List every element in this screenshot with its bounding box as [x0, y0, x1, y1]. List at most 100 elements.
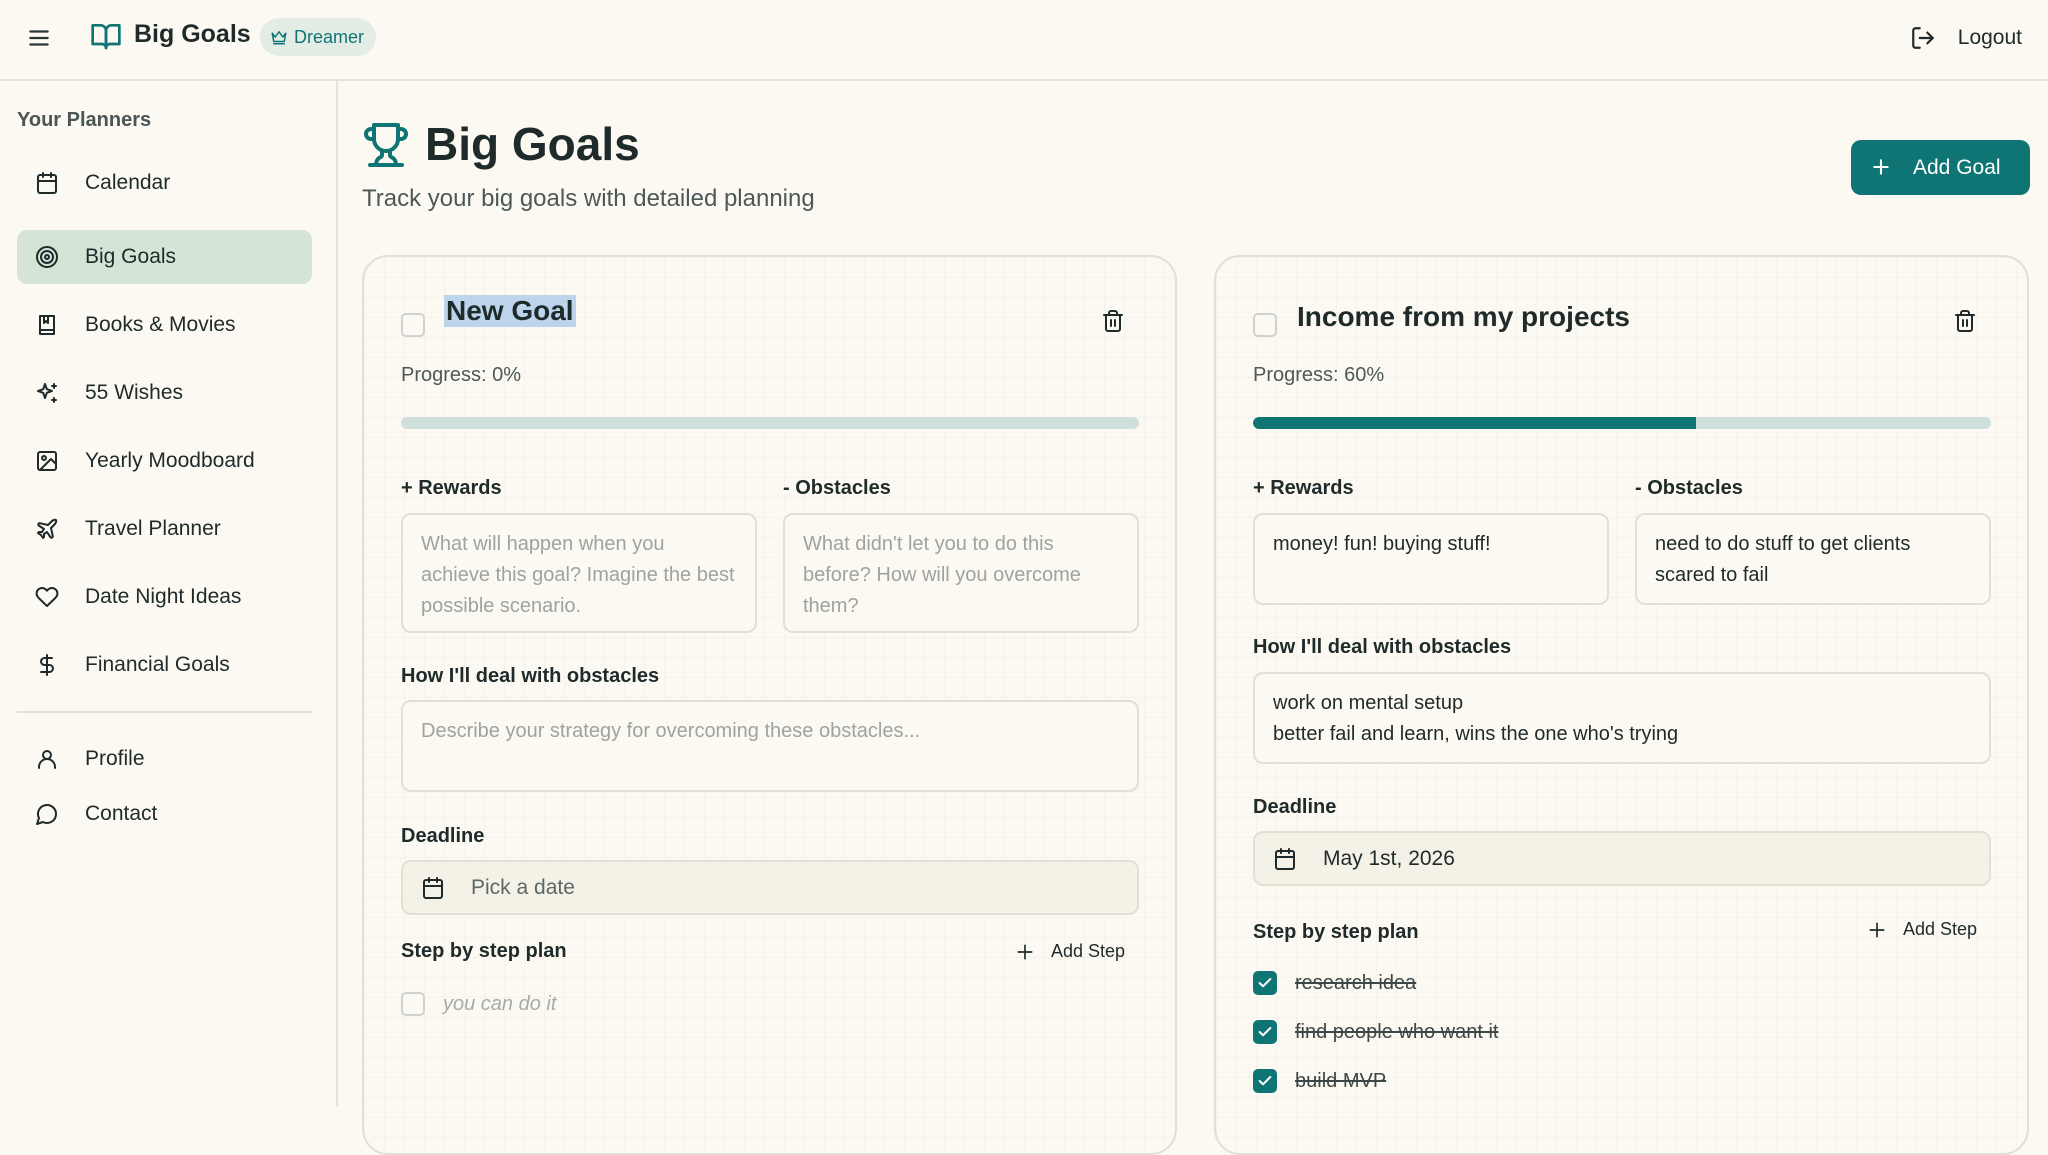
- logout-icon: [1910, 25, 1936, 51]
- sidebar-item-55-wishes[interactable]: 55 Wishes: [17, 366, 312, 420]
- obstacles-input[interactable]: need to do stuff to get clients scared t…: [1635, 513, 1991, 605]
- progress-bar: [401, 417, 1139, 429]
- step-row: research idea: [1253, 971, 1416, 995]
- obstacles-label: - Obstacles: [783, 477, 891, 499]
- sidebar-heading: Your Planners: [17, 109, 152, 131]
- deadline-value: May 1st, 2026: [1323, 846, 1455, 870]
- strategy-label: How I'll deal with obstacles: [1253, 636, 1512, 658]
- sidebar-item-label: Books & Movies: [85, 313, 236, 336]
- goal-complete-checkbox[interactable]: [1253, 313, 1277, 337]
- plane-icon: [35, 517, 59, 541]
- strategy-input[interactable]: Describe your strategy for overcoming th…: [401, 700, 1139, 792]
- step-checkbox[interactable]: [1253, 1069, 1277, 1093]
- trophy-icon: [362, 121, 410, 169]
- target-icon: [35, 245, 59, 269]
- plus-icon: [1871, 157, 1891, 177]
- progress-label: Progress: 60%: [1253, 364, 1385, 386]
- deadline-label: Deadline: [401, 825, 485, 847]
- user-icon: [35, 747, 59, 771]
- rewards-label: + Rewards: [401, 477, 502, 499]
- book-icon: [35, 313, 59, 337]
- step-input[interactable]: you can do it: [443, 993, 556, 1016]
- add-step-button[interactable]: Add Step: [1867, 919, 1977, 940]
- step-row: find people who want it: [1253, 1020, 1498, 1044]
- sidebar-item-financial-goals[interactable]: Financial Goals: [17, 638, 312, 692]
- sidebar-item-yearly-moodboard[interactable]: Yearly Moodboard: [17, 434, 312, 488]
- deadline-value: Pick a date: [471, 875, 575, 899]
- calendar-icon: [35, 171, 59, 195]
- heart-icon: [35, 585, 59, 609]
- message-icon: [35, 802, 59, 826]
- sidebar-item-label: 55 Wishes: [85, 381, 184, 404]
- crown-icon: [270, 28, 288, 46]
- app-title: Big Goals: [134, 20, 251, 48]
- sidebar-item-travel-planner[interactable]: Travel Planner: [17, 502, 312, 556]
- sidebar-item-profile[interactable]: Profile: [17, 732, 312, 786]
- step-checkbox[interactable]: [401, 992, 425, 1016]
- check-icon: [1258, 1076, 1272, 1086]
- sidebar-divider: [17, 711, 312, 713]
- progress-label: Progress: 0%: [401, 364, 522, 386]
- step-row: build MVP: [1253, 1069, 1386, 1093]
- goal-title[interactable]: New Goal: [444, 295, 576, 327]
- plus-icon: [1015, 942, 1035, 962]
- strategy-input[interactable]: work on mental setup better fail and lea…: [1253, 672, 1991, 764]
- sidebar-item-books-movies[interactable]: Books & Movies: [17, 298, 312, 352]
- main-content: Big Goals Track your big goals with deta…: [340, 81, 2048, 1155]
- sidebar-item-label: Calendar: [85, 171, 171, 194]
- check-icon: [1258, 1027, 1272, 1037]
- rewards-input[interactable]: money! fun! buying stuff!: [1253, 513, 1609, 605]
- sidebar-item-label: Big Goals: [85, 245, 177, 268]
- step-input[interactable]: build MVP: [1295, 1070, 1386, 1093]
- sidebar-item-label: Contact: [85, 802, 158, 825]
- step-plan-label: Step by step plan: [401, 940, 567, 962]
- menu-icon[interactable]: [26, 25, 52, 51]
- add-step-label: Add Step: [1050, 941, 1125, 961]
- sidebar-item-date-night-ideas[interactable]: Date Night Ideas: [17, 570, 312, 624]
- step-plan-label: Step by step plan: [1253, 921, 1419, 943]
- step-input[interactable]: research idea: [1295, 972, 1416, 995]
- sidebar-item-label: Profile: [85, 747, 145, 770]
- add-step-button[interactable]: Add Step: [1015, 941, 1125, 962]
- strategy-label: How I'll deal with obstacles: [401, 665, 660, 687]
- sidebar-item-label: Travel Planner: [85, 517, 221, 540]
- tier-badge-label: Dreamer: [294, 26, 365, 47]
- deadline-date-picker[interactable]: Pick a date: [401, 860, 1139, 915]
- deadline-date-picker[interactable]: May 1st, 2026: [1253, 831, 1991, 886]
- goal-card: New Goal Progress: 0% + Rewards - Obstac…: [362, 255, 1177, 1155]
- page-title: Big Goals: [425, 118, 640, 170]
- calendar-icon: [421, 876, 445, 900]
- step-row: you can do it: [401, 992, 556, 1016]
- add-step-label: Add Step: [1902, 919, 1977, 939]
- step-checkbox[interactable]: [1253, 1020, 1277, 1044]
- step-checkbox[interactable]: [1253, 971, 1277, 995]
- logout-label: Logout: [1957, 26, 2022, 49]
- rewards-label: + Rewards: [1253, 477, 1354, 499]
- sidebar-item-contact[interactable]: Contact: [17, 787, 312, 841]
- sidebar-item-label: Date Night Ideas: [85, 585, 242, 608]
- check-icon: [1258, 978, 1272, 988]
- sidebar-item-calendar[interactable]: Calendar: [17, 156, 312, 210]
- calendar-icon: [1273, 847, 1297, 871]
- open-book-icon: [90, 20, 122, 52]
- top-header: Big Goals Dreamer Logout: [0, 0, 2048, 81]
- step-input[interactable]: find people who want it: [1295, 1021, 1498, 1044]
- dollar-icon: [35, 653, 59, 677]
- goal-complete-checkbox[interactable]: [401, 313, 425, 337]
- sidebar-item-label: Financial Goals: [85, 653, 230, 676]
- sparkles-icon: [35, 381, 59, 405]
- tier-badge: Dreamer: [260, 18, 377, 56]
- progress-fill: [1253, 417, 1696, 429]
- plus-icon: [1867, 920, 1887, 940]
- sidebar-item-big-goals[interactable]: Big Goals: [17, 230, 312, 284]
- trash-icon[interactable]: [1953, 309, 1977, 333]
- trash-icon[interactable]: [1101, 309, 1125, 333]
- logout-button[interactable]: Logout: [1910, 18, 2022, 58]
- rewards-input[interactable]: What will happen when you achieve this g…: [401, 513, 757, 633]
- goal-title[interactable]: Income from my projects: [1297, 301, 1630, 333]
- goal-card: Income from my projects Progress: 60% + …: [1214, 255, 2029, 1155]
- add-goal-button[interactable]: Add Goal: [1851, 140, 2030, 195]
- obstacles-input[interactable]: What didn't let you to do this before? H…: [783, 513, 1139, 633]
- obstacles-label: - Obstacles: [1635, 477, 1743, 499]
- sidebar-item-label: Yearly Moodboard: [85, 449, 255, 472]
